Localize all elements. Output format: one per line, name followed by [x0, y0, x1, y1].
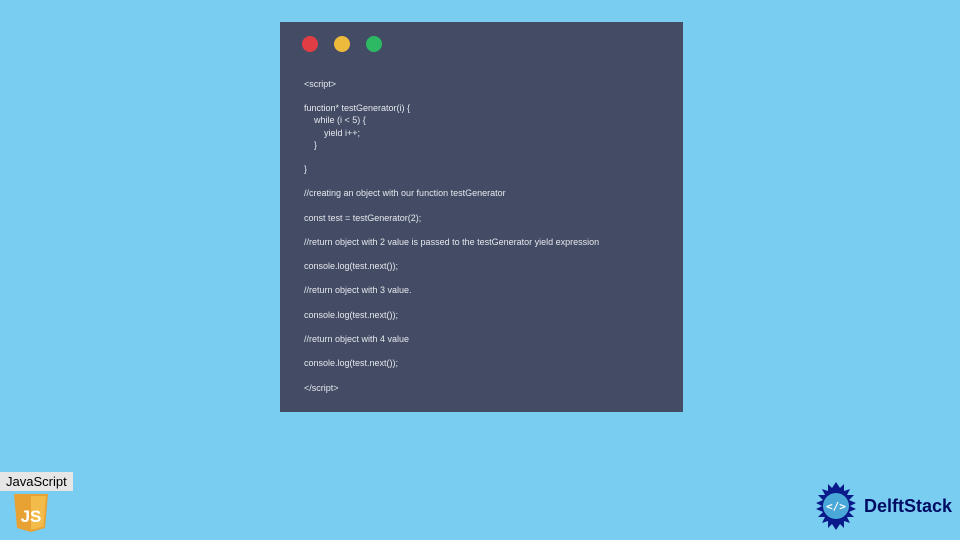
window-close-dot-icon: [302, 36, 318, 52]
window-maximize-dot-icon: [366, 36, 382, 52]
code-window: <script> function* testGenerator(i) { wh…: [280, 22, 683, 412]
delftstack-logo: </> DelftStack: [810, 480, 952, 532]
javascript-shield-icon: JS: [12, 492, 50, 534]
javascript-badge: JavaScript JS: [0, 472, 73, 534]
javascript-label: JavaScript: [0, 472, 73, 491]
svg-text:</>: </>: [826, 500, 846, 513]
delftstack-gear-icon: </>: [810, 480, 862, 532]
delftstack-text: DelftStack: [864, 496, 952, 517]
code-block: <script> function* testGenerator(i) { wh…: [280, 66, 683, 400]
window-minimize-dot-icon: [334, 36, 350, 52]
svg-text:JS: JS: [21, 507, 42, 526]
window-title-bar: [280, 22, 683, 66]
